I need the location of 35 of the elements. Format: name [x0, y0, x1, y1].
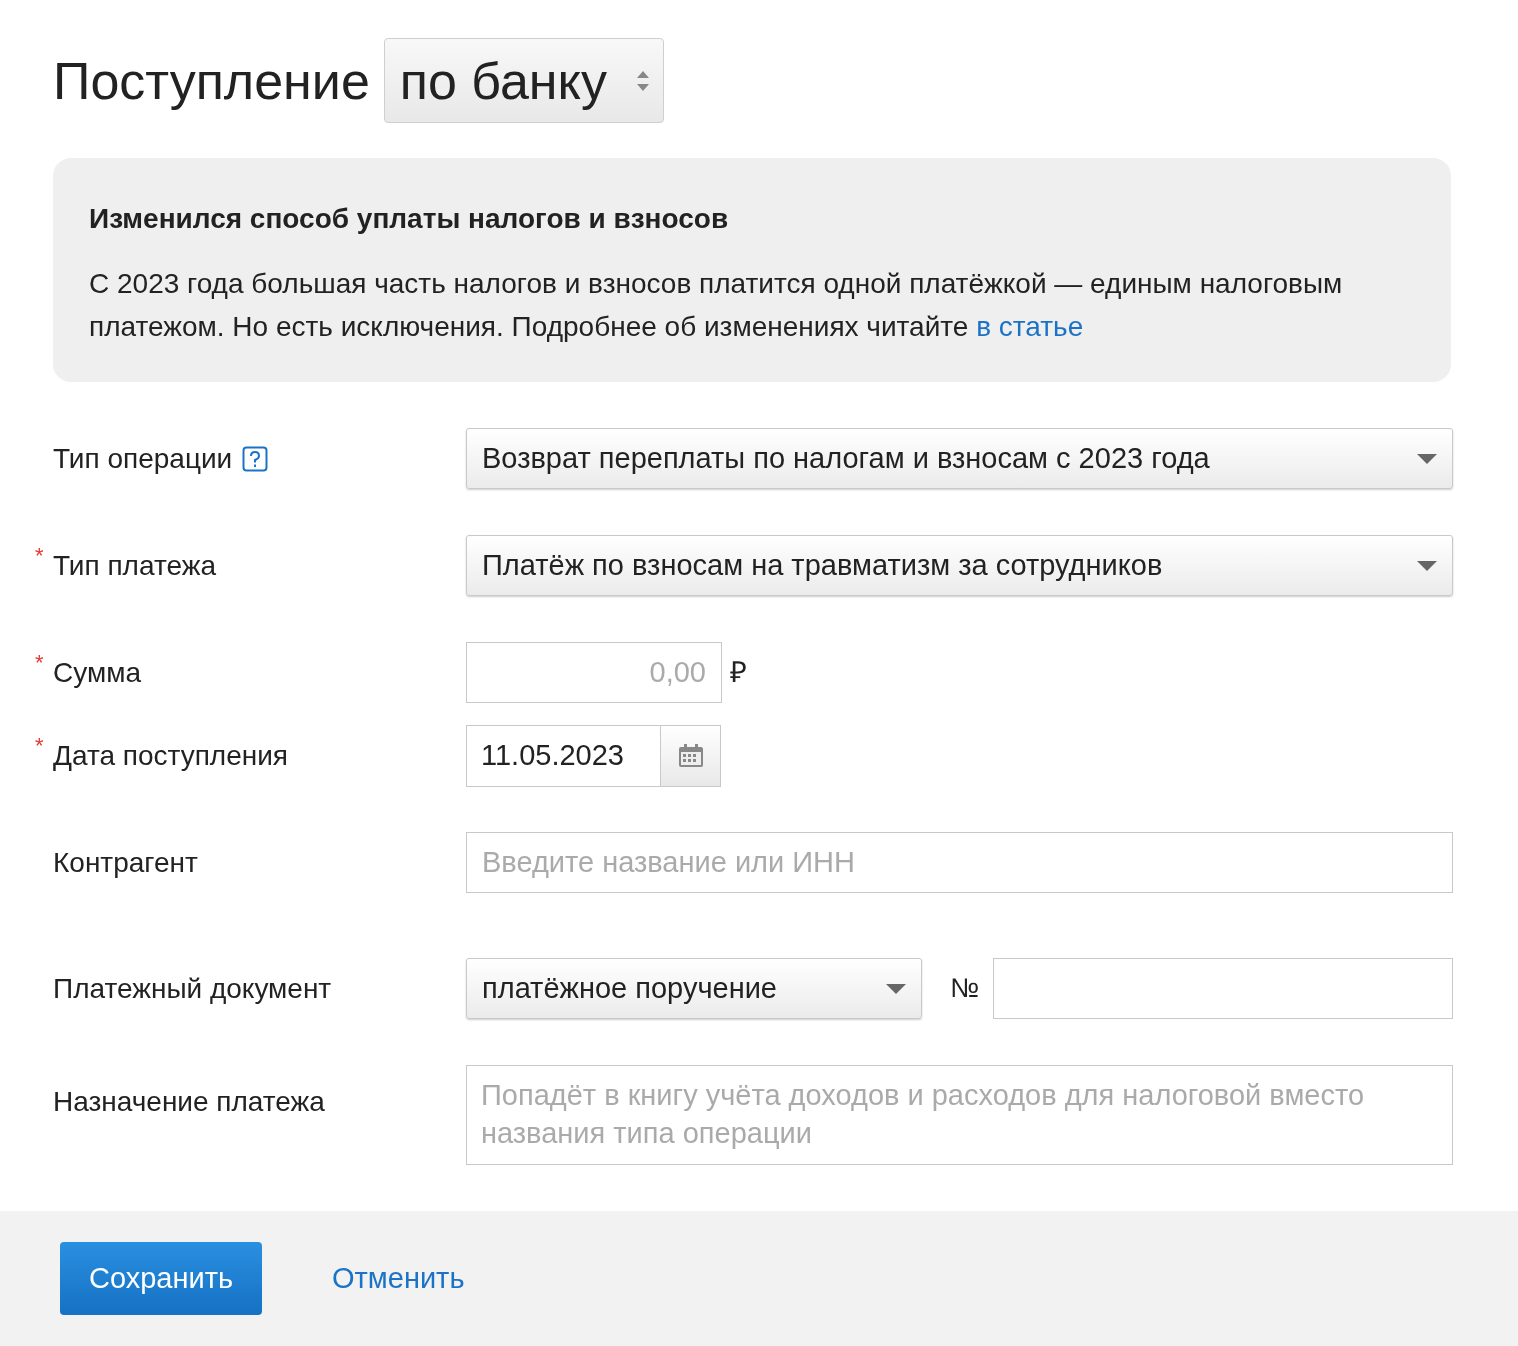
type-select[interactable]: по банку — [383, 38, 664, 123]
amount-input[interactable]: 0,00 — [466, 642, 722, 703]
purpose-textarea[interactable]: Попадёт в книгу учёта доходов и расходов для налоговой вместо названия типа операции — [466, 1065, 1453, 1165]
calendar-icon — [677, 744, 704, 768]
currency-sign: ₽ — [730, 654, 747, 690]
cancel-link[interactable]: Отменить — [332, 1256, 465, 1301]
notice-text: С 2023 года большая часть налогов и взносов платится одной платёжкой — единым налоговым платежом. Но есть исключения. Подробнее об изменениях читайте в статье — [89, 267, 1344, 344]
field-label: Тип операции — [53, 442, 233, 474]
field-label: Контрагент — [53, 846, 198, 878]
dropdown-select[interactable]: Платёж по взносам на травматизм за сотрудников — [466, 535, 1453, 596]
page-title: Поступление — [53, 50, 370, 112]
field-label: Платежный документ — [53, 972, 332, 1004]
required-asterisk: * — [35, 541, 44, 570]
required-asterisk: * — [35, 648, 44, 677]
calendar-button[interactable] — [660, 726, 720, 786]
caret-icon — [1417, 453, 1437, 464]
required-asterisk: * — [35, 732, 44, 760]
sort-arrows-icon — [636, 70, 649, 91]
field-label: Тип платежа — [53, 549, 216, 581]
dropdown-select[interactable]: платёжное поручение — [466, 958, 922, 1019]
date-field[interactable]: 11.05.2023 — [466, 725, 721, 787]
field-label: Сумма — [53, 656, 141, 688]
notice-heading: Изменился способ уплаты налогов и взносов — [89, 202, 730, 236]
caret-icon — [886, 983, 906, 994]
counterparty-input[interactable]: Введите название или ИНН — [466, 832, 1453, 893]
number-label: № — [950, 972, 979, 1006]
dropdown-select[interactable]: Возврат переплаты по налогам и взносам с 2023 года — [466, 428, 1453, 489]
field-label: Назначение платежа — [53, 1086, 325, 1117]
date-input[interactable]: 11.05.2023 — [467, 726, 660, 786]
save-button[interactable]: Сохранить — [60, 1242, 262, 1315]
field-label: Дата поступления — [53, 740, 288, 771]
help-icon[interactable] — [242, 445, 269, 472]
caret-icon — [1417, 560, 1437, 571]
document-number-input[interactable] — [992, 958, 1453, 1019]
article-link[interactable]: в статье — [976, 311, 1084, 342]
